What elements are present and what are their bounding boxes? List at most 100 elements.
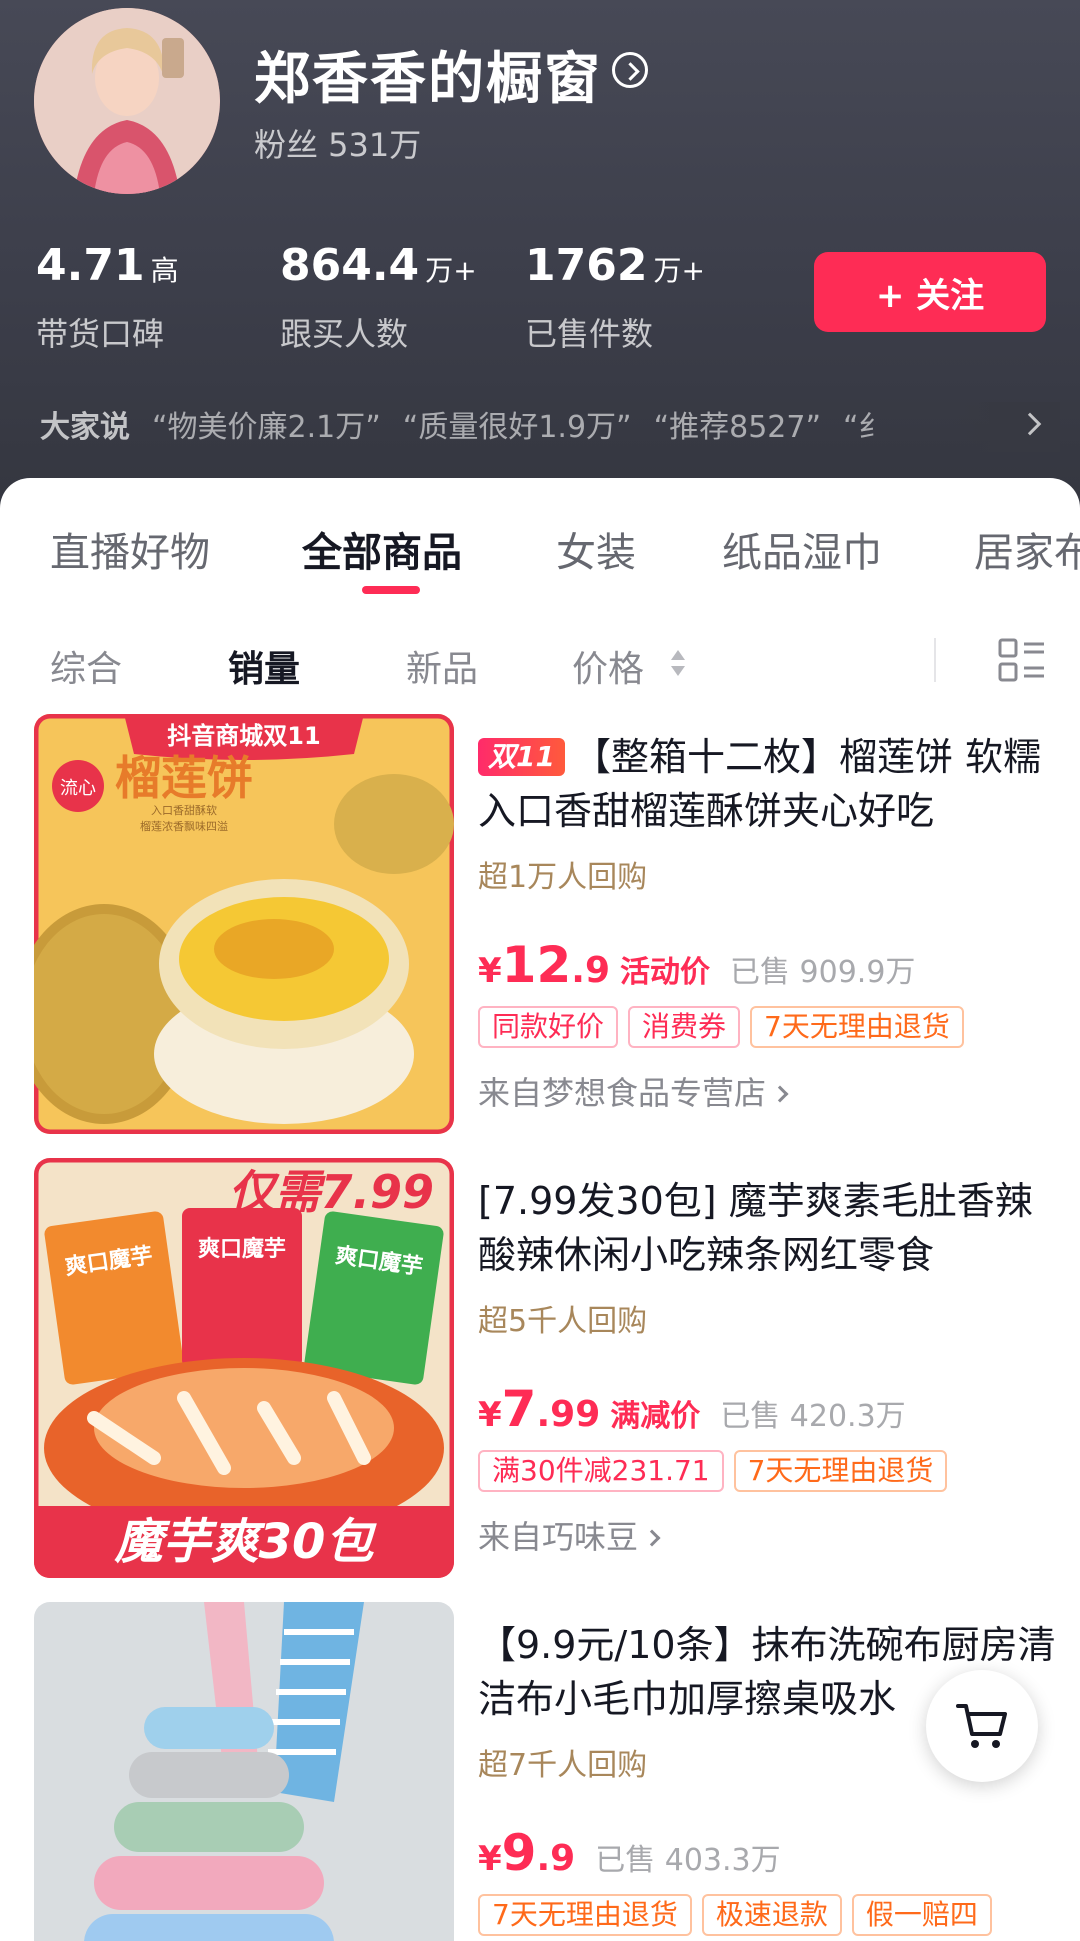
price-decimal: .9 <box>536 1838 576 1879</box>
stat-value: 864.4 <box>280 240 420 291</box>
tab-all-products[interactable]: 全部商品 <box>302 520 462 578</box>
tab-womens-wear[interactable]: 女装 <box>556 520 636 578</box>
stat-unit: 高 <box>150 254 179 287</box>
store-name: 来自巧味豆 <box>478 1518 639 1556</box>
stat-unit: 万+ <box>425 254 477 287</box>
product-panel: 直播好物 全部商品 女装 纸品湿巾 居家布 综合 销量 新品 价格 抖音商城双1… <box>0 478 1080 1941</box>
rebuy-text: 超1万人回购 <box>478 860 648 895</box>
stat-rating: 4.71 高 带货口碑 <box>36 240 179 355</box>
product-card[interactable]: 【9.9元/10条】抹布洗碗布厨房清洁布小毛巾加厚擦桌吸水 超7千人回购 ¥9.… <box>34 1602 1064 1941</box>
store-link[interactable]: 来自巧味豆 <box>478 1512 1064 1558</box>
product-card[interactable]: 仅需7.99 爽口魔芋 爽口魔芋 爽口魔芋 魔芋爽30包 [7.99发30包] … <box>34 1158 1064 1582</box>
price-symbol: ¥ <box>478 1395 502 1435</box>
price-type: 满减价 <box>610 1399 701 1434</box>
price-integer: 7 <box>501 1380 537 1438</box>
price-decimal: .9 <box>571 950 610 991</box>
image-banner: 抖音商城双11 <box>167 722 320 750</box>
store-name: 来自梦想食品专营店 <box>478 1074 767 1112</box>
tag-7day-return: 7天无理由退货 <box>750 1006 964 1048</box>
tab-live-goods[interactable]: 直播好物 <box>50 520 210 578</box>
stat-value: 4.71 <box>36 240 145 291</box>
stat-sold: 1762 万+ 已售件数 <box>525 240 705 355</box>
chevron-right-icon <box>771 1085 789 1103</box>
sold-count: 已售 403.3万 <box>595 1843 781 1878</box>
price-integer: 12 <box>501 936 572 994</box>
rebuy-text: 超5千人回购 <box>478 1304 648 1339</box>
price-row: ¥12.9 活动价 已售 909.9万 <box>478 936 1064 996</box>
store-link[interactable]: 来自梦想食品专营店 <box>478 1068 1064 1114</box>
sort-arrows-icon[interactable] <box>668 650 688 686</box>
stat-label: 已售件数 <box>525 315 654 353</box>
tag-7day-return: 7天无理由退货 <box>733 1450 948 1492</box>
sold-count: 已售 909.9万 <box>730 955 916 990</box>
image-side: 流心 <box>60 778 96 799</box>
stat-value: 1762 <box>525 240 648 291</box>
review-tag: “物美价廉2.1万” <box>152 410 381 445</box>
category-tabs: 直播好物 全部商品 女装 纸品湿巾 居家布 <box>0 478 1080 598</box>
divider <box>934 638 936 682</box>
double11-badge: 双11 <box>478 738 565 776</box>
tag-fake-pay-four: 假一赔四 <box>851 1894 992 1936</box>
sort-new[interactable]: 新品 <box>406 640 478 692</box>
product-card[interactable]: 抖音商城双11 流心 榴莲饼 入口香甜酥软 榴莲浓香飘味四溢 双11 【整箱十二枚… <box>34 714 1064 1138</box>
image-bottom: 魔芋爽30包 <box>114 1514 378 1570</box>
sort-price[interactable]: 价格 <box>572 640 644 692</box>
sort-comprehensive[interactable]: 综合 <box>50 640 122 692</box>
reviews-row[interactable]: 大家说 “物美价廉2.1万” “质量很好1.9万” “推荐8527” “纟 <box>40 402 1060 452</box>
price-symbol: ¥ <box>478 1839 502 1879</box>
tab-home[interactable]: 居家布 <box>974 520 1080 578</box>
cart-button[interactable] <box>926 1670 1038 1782</box>
product-info: [7.99发30包] 魔芋爽素毛肚香辣酸辣休闲小吃辣条网红零食 超5千人回购 ¥… <box>478 1174 1064 1558</box>
image-name: 榴莲饼 <box>115 751 253 805</box>
product-info: 双11 【整箱十二枚】榴莲饼 软糯入口香甜榴莲酥饼夹心好吃 超1万人回购 ¥12.… <box>478 730 1064 1114</box>
product-image[interactable]: 仅需7.99 爽口魔芋 爽口魔芋 爽口魔芋 魔芋爽30包 <box>34 1158 454 1578</box>
price-row: ¥7.99 满减价 已售 420.3万 <box>478 1380 1064 1440</box>
product-tags: 7天无理由退货 极速退款 假一赔四 <box>478 1894 1064 1938</box>
sold-count: 已售 420.3万 <box>720 1399 906 1434</box>
shop-avatar[interactable] <box>34 8 220 194</box>
tag-7day-return: 7天无理由退货 <box>478 1894 692 1936</box>
sort-sales[interactable]: 销量 <box>228 640 300 692</box>
product-title[interactable]: 双11 【整箱十二枚】榴莲饼 软糯入口香甜榴莲酥饼夹心好吃 <box>478 730 1064 838</box>
chevron-right-icon <box>643 1529 661 1547</box>
tag-fast-refund: 极速退款 <box>701 1894 842 1936</box>
cart-icon <box>956 1704 1007 1748</box>
price-type: 活动价 <box>620 955 710 990</box>
stat-unit: 万+ <box>653 254 705 287</box>
product-tags: 满30件减231.71 7天无理由退货 <box>478 1450 1064 1494</box>
dish-cloth-image <box>34 1602 454 1941</box>
avatar-image <box>34 8 220 194</box>
image-sub2: 榴莲浓香飘味四溢 <box>140 819 228 833</box>
review-tag: “质量很好1.9万” <box>402 410 632 445</box>
fans-count: 粉丝 531万 <box>254 126 422 164</box>
review-tag: “纟 <box>843 410 889 445</box>
durian-cake-image: 抖音商城双11 流心 榴莲饼 入口香甜酥软 榴莲浓香飘味四溢 <box>34 714 454 1134</box>
price-integer: 9 <box>501 1824 537 1882</box>
product-image[interactable] <box>34 1602 454 1941</box>
sort-bar: 综合 销量 新品 价格 <box>0 630 1080 710</box>
image-sub1: 入口香甜酥软 <box>151 803 217 817</box>
product-image[interactable]: 抖音商城双11 流心 榴莲饼 入口香甜酥软 榴莲浓香飘味四溢 <box>34 714 454 1134</box>
product-title[interactable]: [7.99发30包] 魔芋爽素毛肚香辣酸辣休闲小吃辣条网红零食 <box>478 1174 1064 1282</box>
stat-label: 跟买人数 <box>280 315 409 353</box>
product-tags: 同款好价 消费券 7天无理由退货 <box>478 1006 1064 1050</box>
shop-name[interactable]: 郑香香的橱窗 <box>254 34 602 115</box>
follow-button[interactable]: + 关注 <box>814 252 1046 332</box>
stat-label: 带货口碑 <box>36 315 165 353</box>
reviews-title: 大家说 <box>40 410 130 445</box>
reviews-fade <box>950 402 1060 452</box>
tab-paper-wipes[interactable]: 纸品湿巾 <box>722 520 882 578</box>
stat-buyers: 864.4 万+ 跟买人数 <box>280 240 477 355</box>
price-symbol: ¥ <box>478 951 502 991</box>
shop-header: 郑香香的橱窗 粉丝 531万 4.71 高 带货口碑 864.4 万+ 跟买人数 1… <box>0 0 1080 520</box>
price-row: ¥9.9 已售 403.3万 <box>478 1824 1064 1884</box>
review-tag: “推荐8527” <box>653 410 822 445</box>
tag-coupon: 消费券 <box>628 1006 741 1048</box>
tag-discount: 满30件减231.71 <box>478 1450 724 1492</box>
pack-label: 爽口魔芋 <box>198 1236 286 1262</box>
chevron-right-circle-icon[interactable] <box>612 52 648 88</box>
list-layout-icon[interactable] <box>998 636 1046 684</box>
price-decimal: .99 <box>536 1394 601 1435</box>
konjac-snack-image: 仅需7.99 爽口魔芋 爽口魔芋 爽口魔芋 魔芋爽30包 <box>34 1158 454 1578</box>
tag-same-price: 同款好价 <box>478 1006 619 1048</box>
